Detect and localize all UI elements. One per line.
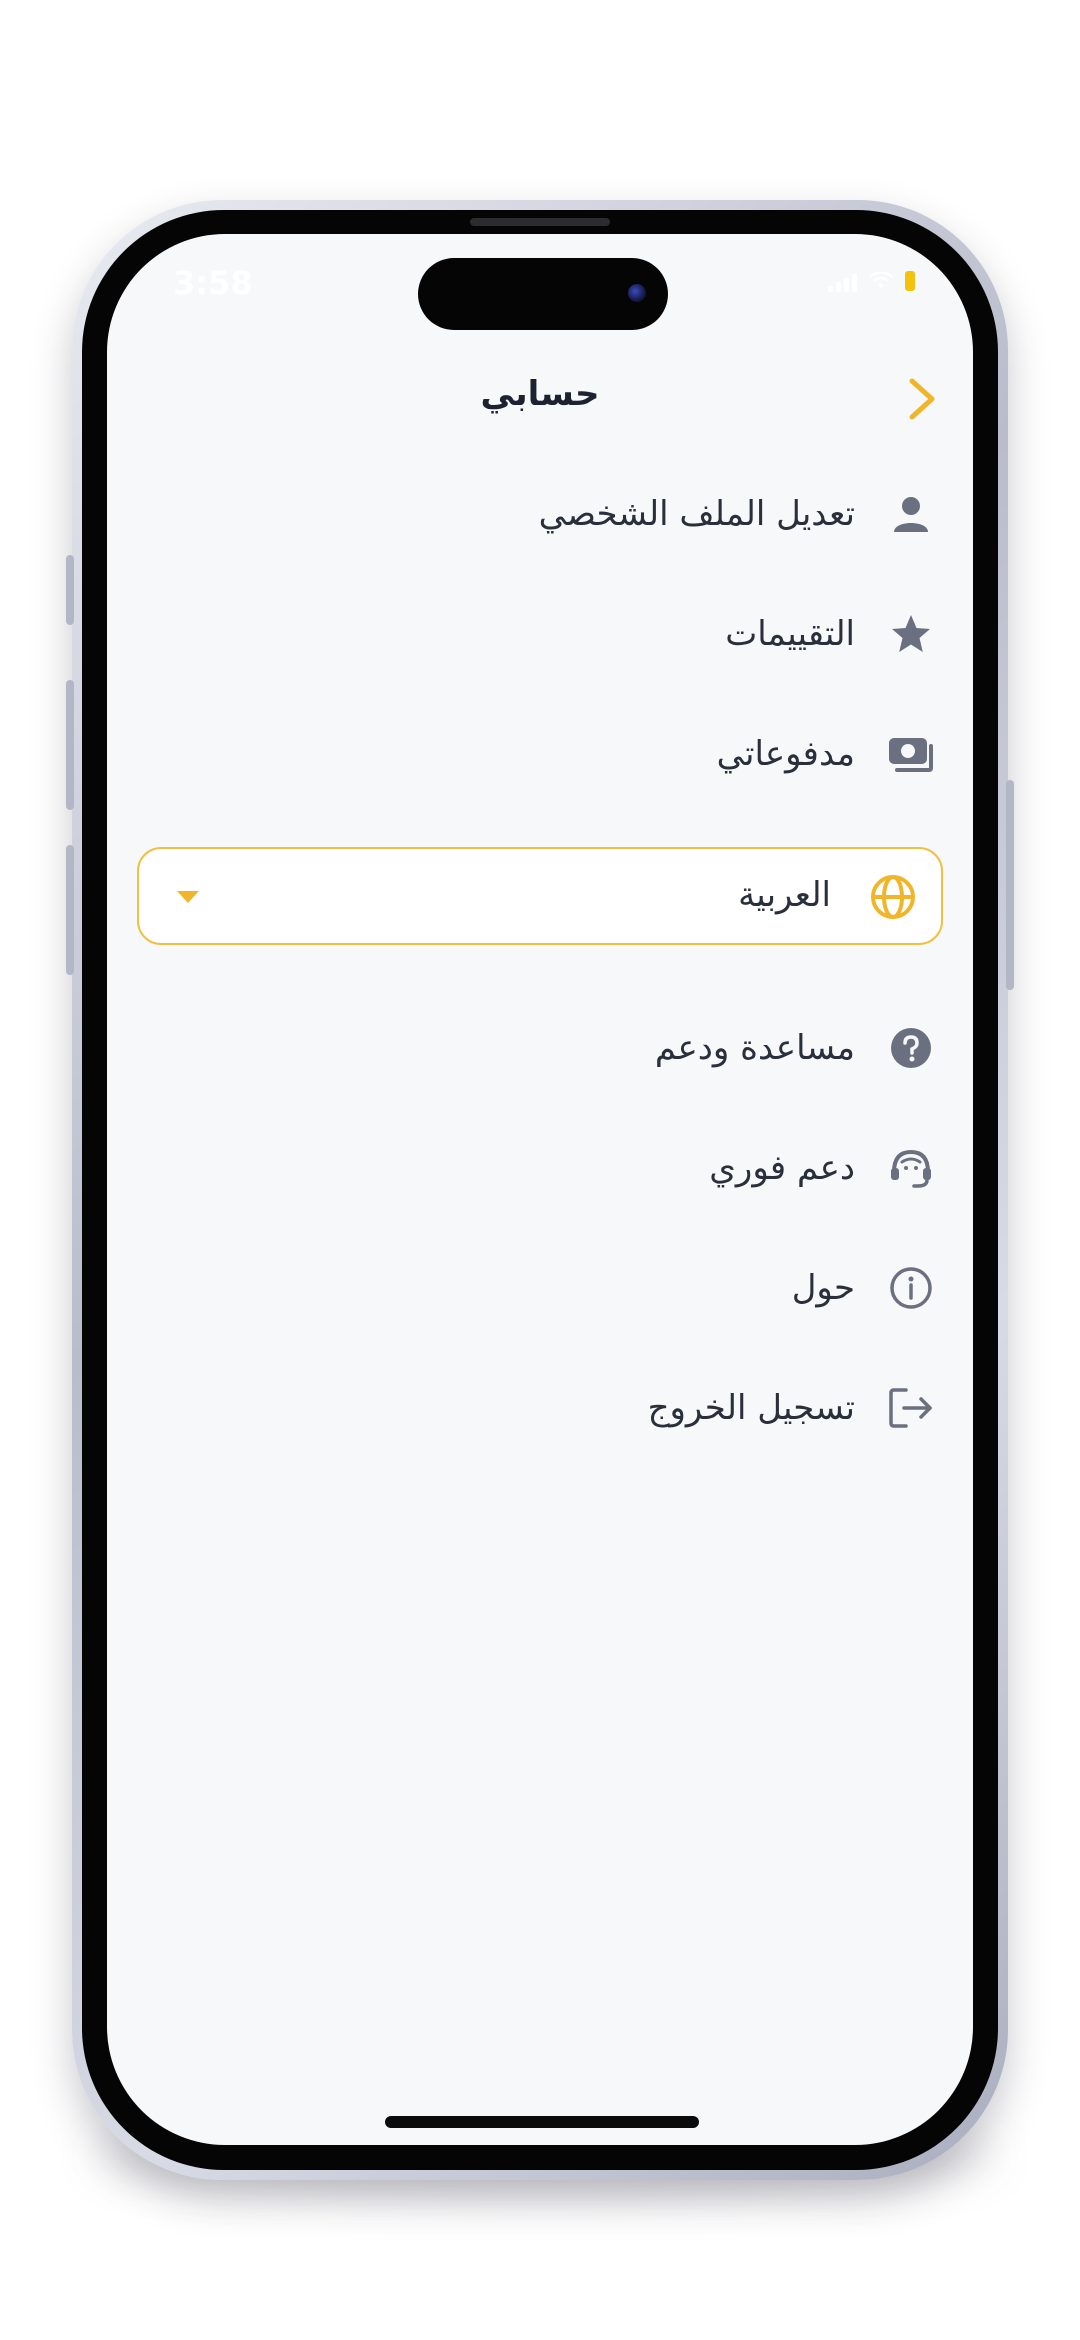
action-button [66, 555, 74, 625]
menu-item-live-support[interactable]: دعم فوري [145, 1128, 935, 1208]
app-header: حسابي [107, 364, 973, 434]
language-value: العربية [738, 875, 831, 915]
chevron-right-icon [909, 378, 935, 420]
question-icon [887, 1024, 935, 1072]
volume-up-button [66, 680, 74, 810]
menu-item-label: مدفوعاتي [716, 734, 855, 774]
globe-icon [871, 875, 915, 919]
menu-item-ratings[interactable]: التقييمات [145, 594, 935, 674]
menu-item-label: دعم فوري [709, 1148, 855, 1188]
money-icon [887, 730, 935, 778]
app-screen: 3:58 حسابي تعديل الملف الشخصي التقييمات … [107, 234, 973, 2145]
dynamic-island [418, 258, 668, 330]
caret-down-icon [177, 891, 199, 903]
battery-icon [905, 271, 915, 291]
menu-item-label: التقييمات [725, 614, 855, 654]
back-button[interactable] [895, 372, 949, 426]
power-button [1006, 780, 1014, 990]
status-time: 3:58 [173, 264, 253, 302]
menu-item-label: تسجيل الخروج [647, 1388, 855, 1428]
wifi-icon [869, 272, 893, 288]
menu-item-edit-profile[interactable]: تعديل الملف الشخصي [145, 474, 935, 554]
logout-icon [887, 1384, 935, 1432]
menu-item-label: تعديل الملف الشخصي [538, 494, 855, 534]
menu-item-about[interactable]: حول [145, 1248, 935, 1328]
page-title: حسابي [480, 374, 600, 414]
menu-item-help-support[interactable]: مساعدة ودعم [145, 1008, 935, 1088]
menu-item-label: مساعدة ودعم [654, 1028, 855, 1068]
headset-icon [887, 1144, 935, 1192]
star-icon [887, 610, 935, 658]
volume-down-button [66, 845, 74, 975]
menu-item-payments[interactable]: مدفوعاتي [145, 714, 935, 794]
menu-item-logout[interactable]: تسجيل الخروج [145, 1368, 935, 1448]
home-indicator[interactable] [385, 2116, 699, 2128]
user-icon [887, 490, 935, 538]
status-icons [828, 270, 915, 292]
signal-icon [828, 270, 857, 292]
language-select[interactable]: العربية [137, 847, 943, 945]
info-icon [887, 1264, 935, 1312]
earpiece-speaker [470, 218, 610, 226]
front-camera [628, 284, 646, 302]
menu-item-label: حول [791, 1268, 855, 1308]
